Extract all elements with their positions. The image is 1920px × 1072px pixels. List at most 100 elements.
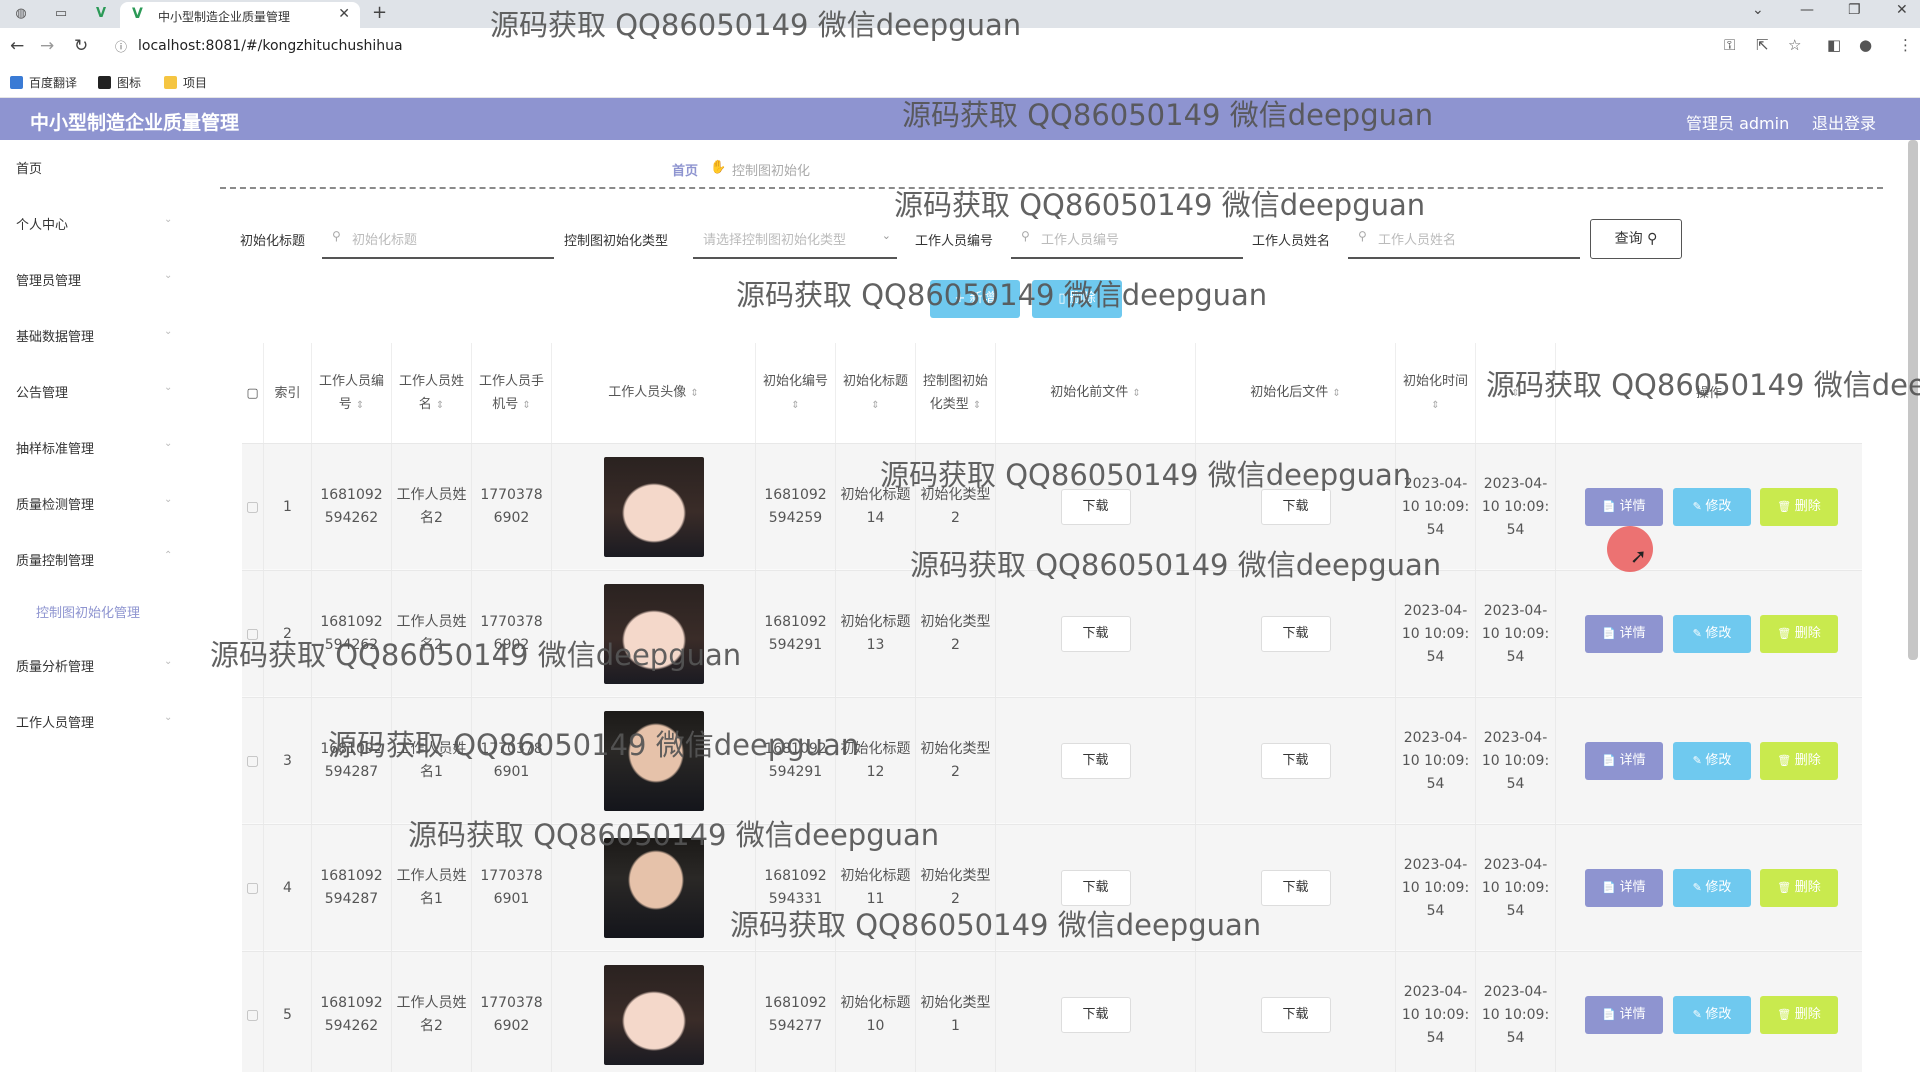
row-checkbox[interactable]: ▢: [242, 571, 264, 697]
back-icon[interactable]: ←: [10, 36, 24, 56]
sort-icon[interactable]: ⇕: [356, 400, 364, 411]
reload-icon[interactable]: ↻: [74, 36, 88, 56]
sidebar-item-inspection[interactable]: 质量检测管理 ⌄: [16, 494, 172, 513]
add-button[interactable]: + 新增: [930, 280, 1020, 318]
filter-staff-no-input[interactable]: ⚲ 工作人员编号: [1011, 219, 1243, 259]
detail-button[interactable]: 📄 详情: [1585, 996, 1663, 1034]
col-file-after[interactable]: 初始化后文件 ⇕: [1196, 343, 1396, 443]
sort-icon[interactable]: ⇕: [973, 400, 981, 411]
delete-button[interactable]: 🗑 删除: [1760, 488, 1838, 526]
detail-button[interactable]: 📄 详情: [1585, 869, 1663, 907]
share-icon[interactable]: ⇱: [1756, 36, 1769, 54]
sort-icon[interactable]: ⇕: [791, 400, 799, 411]
col-staff-no[interactable]: 工作人员编号 ⇕: [312, 343, 392, 443]
filter-type-select[interactable]: 请选择控制图初始化类型 ⌄: [693, 219, 897, 259]
sort-icon[interactable]: ⇕: [436, 400, 444, 411]
sidebar-item-sampling[interactable]: 抽样标准管理 ⌄: [16, 438, 172, 457]
sort-icon[interactable]: ⇕: [1132, 388, 1140, 399]
profile-icon[interactable]: ●: [1859, 36, 1872, 54]
delete-button[interactable]: 🗑 删除: [1760, 615, 1838, 653]
col-staff-name[interactable]: 工作人员姓名 ⇕: [392, 343, 472, 443]
restore-icon[interactable]: ❐: [1848, 2, 1861, 18]
url-bar[interactable]: ⓘ localhost:8081/#/kongzhituchushihua: [110, 34, 1690, 60]
key-icon[interactable]: ⚿: [1724, 36, 1735, 54]
sort-icon[interactable]: ⇕: [1431, 400, 1439, 411]
download-button[interactable]: 下载: [1260, 616, 1331, 652]
download-button[interactable]: 下载: [1060, 489, 1131, 525]
sort-icon[interactable]: ⇕: [871, 400, 879, 411]
col-phone[interactable]: 工作人员手机号 ⇕: [472, 343, 552, 443]
edit-button[interactable]: ✎ 修改: [1673, 742, 1751, 780]
download-button[interactable]: 下载: [1060, 997, 1131, 1033]
bookmark-project[interactable]: 项目: [164, 74, 207, 91]
star-icon[interactable]: ☆: [1788, 36, 1801, 54]
breadcrumb-home[interactable]: 首页: [672, 160, 698, 179]
query-button[interactable]: 查询 ⚲: [1590, 219, 1682, 259]
side-panel-icon[interactable]: ◧: [1827, 36, 1841, 54]
filter-title-input[interactable]: ⚲ 初始化标题: [322, 219, 554, 259]
sidebar-item-staff[interactable]: 工作人员管理 ⌄: [16, 712, 172, 731]
bookmark-icons[interactable]: 图标: [98, 74, 141, 91]
col-init-time[interactable]: 初始化时间 ⇕: [1396, 343, 1476, 443]
active-tab[interactable]: V 中小型制造企业质量管理 ✕: [120, 2, 360, 28]
col-init-no[interactable]: 初始化编号 ⇕: [756, 343, 836, 443]
download-button[interactable]: 下载: [1060, 616, 1131, 652]
sidebar-item-admin[interactable]: 管理员管理 ⌄: [16, 270, 172, 289]
download-button[interactable]: 下载: [1060, 870, 1131, 906]
table-cell: 1681092594262: [312, 952, 392, 1072]
filter-staff-name-input[interactable]: ⚲ 工作人员姓名: [1348, 219, 1580, 259]
sidebar-item-home[interactable]: 首页: [16, 158, 42, 177]
detail-button[interactable]: 📄 详情: [1585, 488, 1663, 526]
new-tab-icon[interactable]: +: [372, 2, 387, 23]
sidebar-subitem-control-init[interactable]: 控制图初始化管理: [36, 602, 140, 621]
globe-icon[interactable]: ◍: [10, 4, 32, 24]
sidebar-item-personal[interactable]: 个人中心 ⌄: [16, 214, 172, 233]
button-label: 详情: [1619, 499, 1646, 514]
sort-icon[interactable]: ⇕: [1332, 388, 1340, 399]
download-button[interactable]: 下载: [1260, 743, 1331, 779]
sort-icon[interactable]: ⇕: [690, 388, 698, 399]
col-avatar[interactable]: 工作人员头像 ⇕: [552, 343, 756, 443]
delete-button[interactable]: 🗑 删除: [1760, 996, 1838, 1034]
scrollbar[interactable]: [1908, 140, 1918, 660]
download-button[interactable]: 下载: [1060, 743, 1131, 779]
edit-button[interactable]: ✎ 修改: [1673, 996, 1751, 1034]
sort-icon[interactable]: ⇕: [522, 400, 530, 411]
sidebar-item-control[interactable]: 质量控制管理 ⌃: [16, 550, 172, 569]
download-button[interactable]: 下载: [1260, 489, 1331, 525]
blank-tab-icon[interactable]: ▭: [50, 4, 72, 24]
menu-icon[interactable]: ⋮: [1898, 36, 1913, 54]
sidebar-item-analysis[interactable]: 质量分析管理 ⌄: [16, 656, 172, 675]
row-checkbox[interactable]: ▢: [242, 825, 264, 951]
row-checkbox[interactable]: ▢: [242, 952, 264, 1072]
row-checkbox[interactable]: ▢: [242, 444, 264, 570]
edit-button[interactable]: ✎ 修改: [1673, 615, 1751, 653]
site-info-icon[interactable]: ⓘ: [115, 38, 127, 55]
sidebar-item-basic-data[interactable]: 基础数据管理 ⌄: [16, 326, 172, 345]
minimize-icon[interactable]: —: [1800, 2, 1814, 18]
col-file-before[interactable]: 初始化前文件 ⇕: [996, 343, 1196, 443]
col-init-title[interactable]: 初始化标题 ⇕: [836, 343, 916, 443]
edit-button[interactable]: ✎ 修改: [1673, 869, 1751, 907]
row-checkbox[interactable]: ▢: [242, 698, 264, 824]
col-create-time[interactable]: ⇕: [1476, 343, 1556, 443]
detail-button[interactable]: 📄 详情: [1585, 615, 1663, 653]
tab-search-icon[interactable]: ⌄: [1752, 2, 1764, 18]
sort-icon[interactable]: ⇕: [1511, 388, 1519, 399]
batch-delete-button[interactable]: ▯ 删除: [1032, 280, 1122, 318]
bookmark-baidu-translate[interactable]: 百度翻译: [10, 74, 77, 91]
forward-icon[interactable]: →: [40, 36, 54, 56]
logout-link[interactable]: 退出登录: [1812, 110, 1876, 134]
delete-button[interactable]: 🗑 删除: [1760, 742, 1838, 780]
close-tab-icon[interactable]: ✕: [338, 6, 350, 22]
vue-tab-icon[interactable]: V: [90, 4, 112, 24]
delete-button[interactable]: 🗑 删除: [1760, 869, 1838, 907]
detail-button[interactable]: 📄 详情: [1585, 742, 1663, 780]
select-all-checkbox[interactable]: ▢: [242, 343, 264, 443]
download-button[interactable]: 下载: [1260, 997, 1331, 1033]
edit-button[interactable]: ✎ 修改: [1673, 488, 1751, 526]
download-button[interactable]: 下载: [1260, 870, 1331, 906]
sidebar-item-notice[interactable]: 公告管理 ⌄: [16, 382, 172, 401]
close-window-icon[interactable]: ✕: [1896, 2, 1908, 18]
col-init-type[interactable]: 控制图初始化类型 ⇕: [916, 343, 996, 443]
